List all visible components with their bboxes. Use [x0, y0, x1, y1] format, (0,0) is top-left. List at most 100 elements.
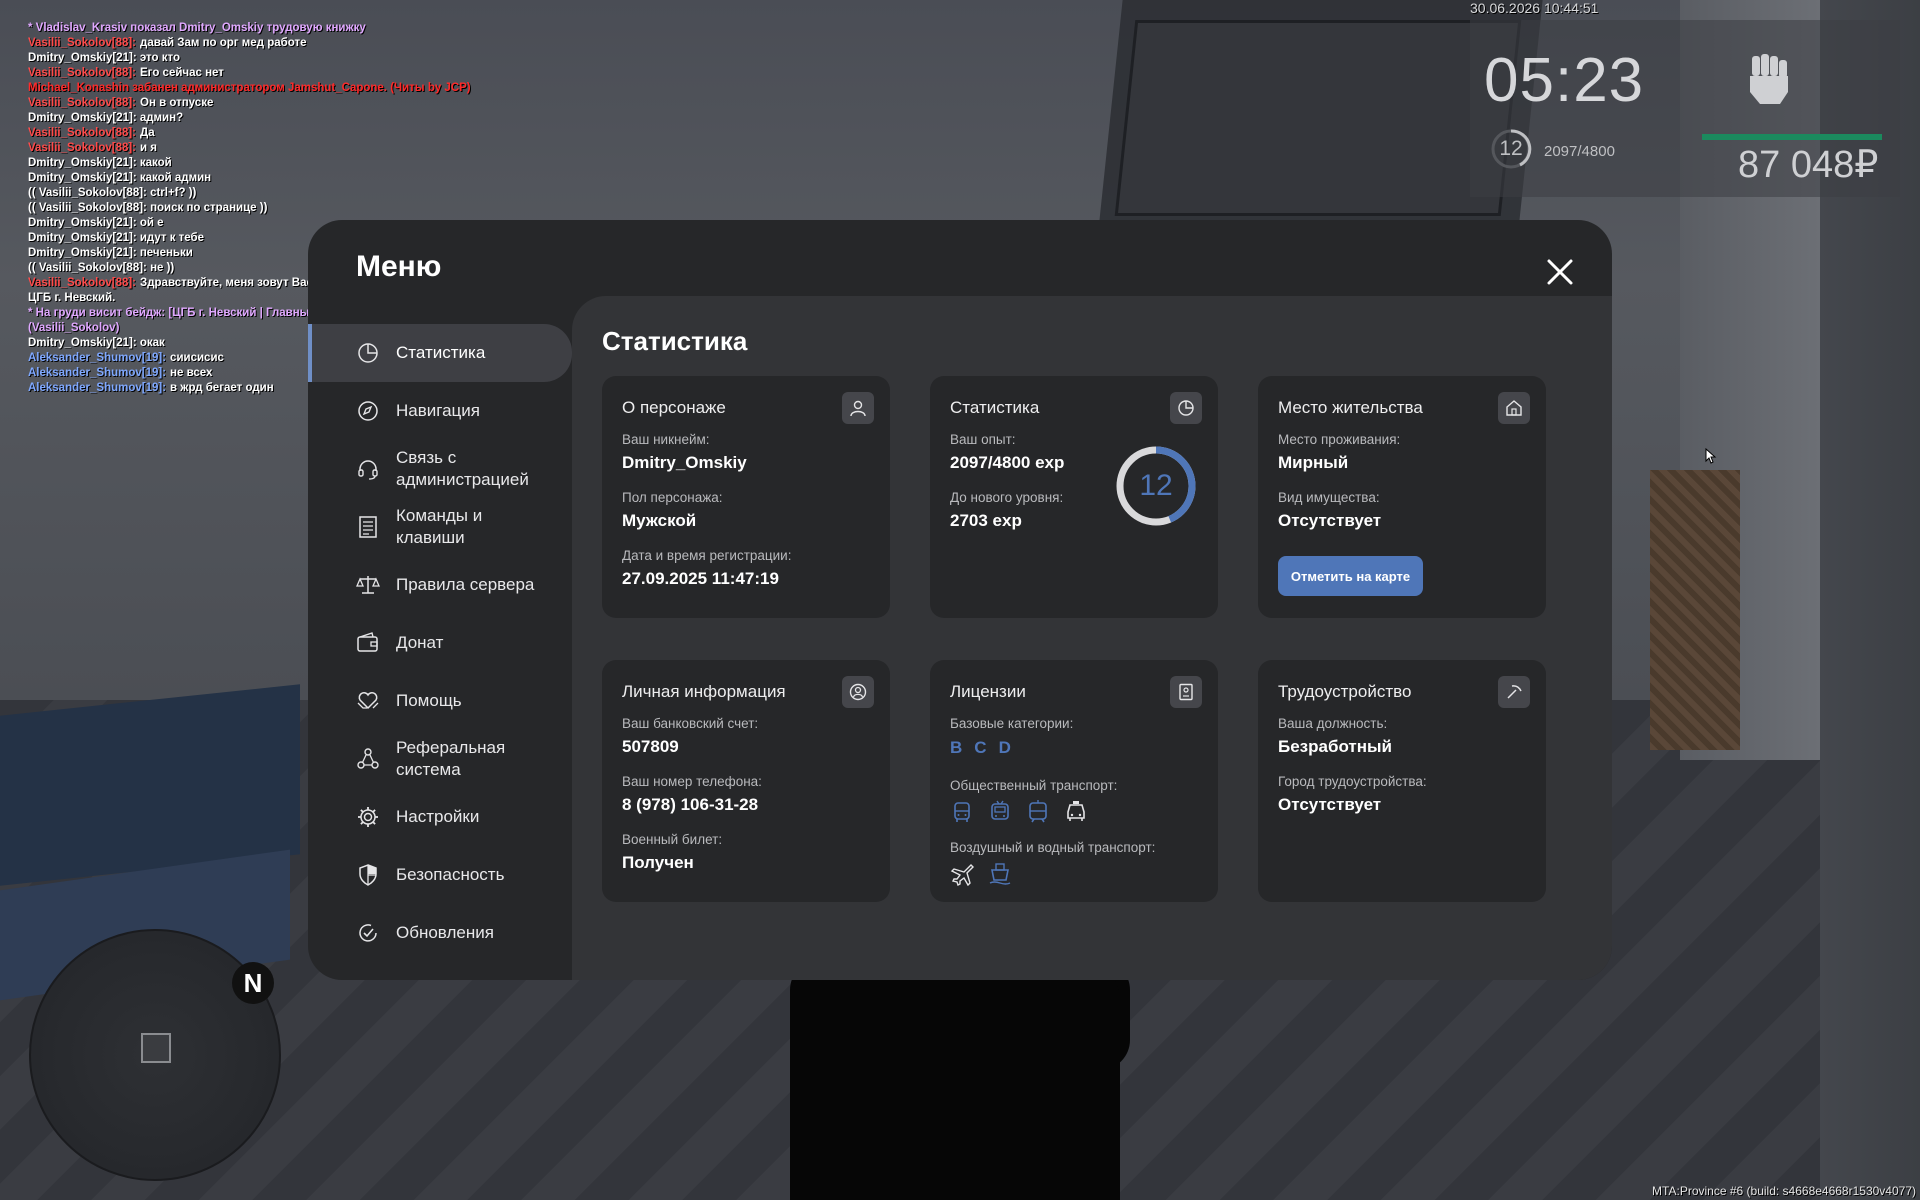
- card-licenses: Лицензии Базовые категории: BCD Обществе…: [930, 660, 1218, 902]
- chat-text: и я: [140, 142, 157, 154]
- field-value: 27.09.2025 11:47:19: [622, 569, 779, 588]
- nav-label: Помощь: [396, 691, 462, 710]
- wallet-icon: [356, 631, 380, 655]
- chat-author: Vasilii_Sokolov[88]:: [28, 37, 137, 49]
- menu-sidebar: Статистика Навигация Связь с администрацией…: [308, 324, 572, 962]
- chat-text: * Vladislav_Krasiv показал Dmitry_Omskiy…: [28, 22, 366, 34]
- nav-rules[interactable]: Правила сервера: [308, 556, 572, 614]
- field-exp: Ваш опыт: 2097/4800 exp: [950, 432, 1064, 473]
- mark-on-map-button[interactable]: Отметить на карте: [1278, 556, 1423, 596]
- field-bank: Ваш банковский счет: 507809: [622, 716, 758, 757]
- nav-updates[interactable]: Обновления: [308, 904, 572, 962]
- nav-security[interactable]: Безопасность: [308, 846, 572, 904]
- nav-help[interactable]: Помощь: [308, 672, 572, 730]
- shelf: [1650, 470, 1740, 750]
- license-category: D: [998, 738, 1013, 757]
- field-label: Базовые категории:: [950, 716, 1074, 731]
- pie-chart-icon: [1170, 392, 1202, 424]
- level-number: 12: [1139, 469, 1173, 502]
- build-info: MTA:Province #6 (build: s4668e4668r1530v…: [1652, 1184, 1916, 1198]
- hud-money: 87 048₽: [1738, 144, 1879, 186]
- chat-line: Vasilii_Sokolov[88]: Его сейчас нет: [28, 66, 471, 81]
- chat-text: (( Vasilii_Sokolov[88]: не )): [28, 262, 175, 274]
- chat-text: сиисисис: [170, 352, 224, 364]
- plane-icon: [950, 864, 974, 886]
- compass-north-icon: N: [232, 962, 274, 1004]
- chat-line: Vasilii_Sokolov[88]: Он в отпуске: [28, 96, 471, 111]
- chat-text: Dmitry_Omskiy[21]: какой админ: [28, 172, 212, 184]
- chat-text: в жрд бегает один: [170, 382, 274, 394]
- close-icon[interactable]: [1544, 256, 1576, 288]
- field-value: 8 (978) 106-31-28: [622, 795, 759, 814]
- field-label: Военный билет:: [622, 832, 723, 847]
- field-sex: Пол персонажа: Мужской: [622, 490, 723, 531]
- hud-health-bar: [1702, 134, 1882, 140]
- nav-settings[interactable]: Настройки: [308, 788, 572, 846]
- chat-text: не всех: [170, 367, 213, 379]
- chat-author: Aleksander_Shumov[19]:: [28, 352, 167, 364]
- nav-commands[interactable]: Команды и клавиши: [308, 498, 572, 556]
- chat-text: Michael_Konashin забанен администратором…: [28, 82, 471, 94]
- fist-icon: [1750, 54, 1788, 104]
- chat-text: Он в отпуске: [140, 97, 214, 109]
- air-water-transport-icons: [950, 862, 1012, 886]
- chat-line: Dmitry_Omskiy[21]: какой: [28, 156, 471, 171]
- nav-donate[interactable]: Донат: [308, 614, 572, 672]
- nav-label: Обновления: [396, 923, 494, 942]
- boat-icon: [989, 863, 1011, 885]
- chat-text: Dmitry_Omskiy[21]: идут к тебе: [28, 232, 205, 244]
- chat-text: Dmitry_Omskiy[21]: какой: [28, 157, 172, 169]
- field-value: Мужской: [622, 511, 697, 530]
- chat-line: Vasilii_Sokolov[88]: и я: [28, 141, 471, 156]
- field-label: Ваш никнейм:: [622, 432, 710, 447]
- field-position: Ваша должность: Безработный: [1278, 716, 1392, 757]
- content-heading: Статистика: [602, 326, 748, 356]
- mouse-cursor-icon: [1705, 448, 1717, 464]
- card-title: Лицензии: [950, 682, 1026, 701]
- network-icon: [356, 747, 380, 771]
- chat-author: Aleksander_Shumov[19]:: [28, 367, 167, 379]
- chat-text: ЦГБ г. Невский.: [28, 292, 116, 304]
- nav-label: Правила сервера: [396, 575, 535, 594]
- card-residence: Место жительства Место проживания: Мирны…: [1258, 376, 1546, 618]
- field-label: Ваша должность:: [1278, 716, 1388, 731]
- field-registration: Дата и время регистрации: 27.09.2025 11:…: [622, 548, 791, 589]
- field-label: Ваш опыт:: [950, 432, 1016, 447]
- nav-label: Навигация: [396, 401, 480, 420]
- public-transport-icons: [950, 800, 1088, 824]
- field-next-level: До нового уровня: 2703 exp: [950, 490, 1063, 531]
- hud-exp: 2097/4800: [1544, 143, 1615, 160]
- card-title: Статистика: [950, 398, 1040, 417]
- nav-label: Связь с администрацией: [396, 448, 529, 489]
- field-value: Мирный: [1278, 453, 1349, 472]
- field-military: Военный билет: Получен: [622, 832, 722, 873]
- nav-admin-contact[interactable]: Связь с администрацией: [308, 440, 572, 498]
- house-icon: [1498, 392, 1530, 424]
- pickaxe-icon: [1498, 676, 1530, 708]
- field-label: Ваш номер телефона:: [622, 774, 762, 789]
- field-label: Место проживания:: [1278, 432, 1401, 447]
- nav-referral[interactable]: Реферальная система: [308, 730, 572, 788]
- chat-text: (( Vasilii_Sokolov[88]: ctrl+f? )): [28, 187, 197, 199]
- chat-line: Michael_Konashin забанен администратором…: [28, 81, 471, 96]
- wall-window: [1114, 20, 1522, 216]
- nav-label: Донат: [396, 633, 444, 652]
- bus-icon: [954, 802, 970, 822]
- field-public-transport: Общественный транспорт:: [950, 778, 1117, 793]
- nav-statistics[interactable]: Статистика: [308, 324, 572, 382]
- card-employment: Трудоустройство Ваша должность: Безработ…: [1258, 660, 1546, 902]
- hud-datetime: 30.06.2026 10:44:51: [1470, 0, 1599, 16]
- chat-line: Dmitry_Omskiy[21]: какой админ: [28, 171, 471, 186]
- menu-window: Меню Статистика Навигация Связь с администр…: [308, 220, 1612, 980]
- id-card-icon: [1170, 676, 1202, 708]
- pie-chart-icon: [356, 341, 380, 365]
- field-label: Общественный транспорт:: [950, 778, 1118, 793]
- card-personal: Личная информация Ваш банковский счет: 5…: [602, 660, 890, 902]
- user-icon: [842, 392, 874, 424]
- field-value: Отсутствует: [1278, 511, 1382, 530]
- nav-navigation[interactable]: Навигация: [308, 382, 572, 440]
- scales-icon: [356, 573, 380, 597]
- chat-author: Aleksander_Shumov[19]:: [28, 382, 167, 394]
- field-job-city: Город трудоустройства: Отсутствует: [1278, 774, 1427, 815]
- card-statistics: Статистика Ваш опыт: 2097/4800 exp До но…: [930, 376, 1218, 618]
